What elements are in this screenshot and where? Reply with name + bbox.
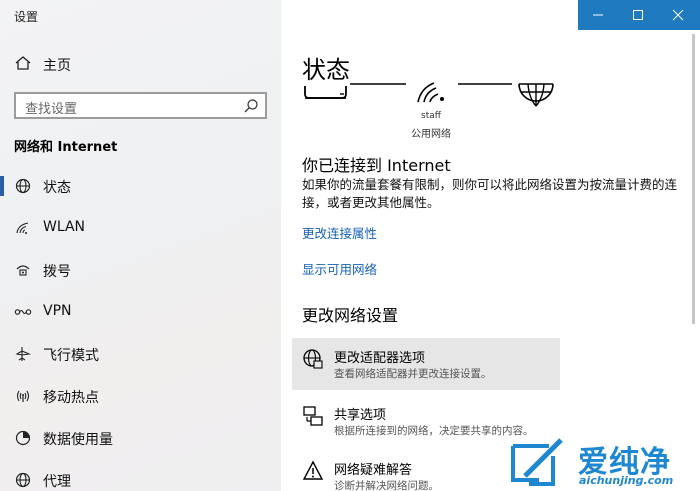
sidebar-item-label: 飞行模式: [43, 348, 99, 364]
sidebar-item-label: 移动热点: [43, 390, 99, 406]
window-title: 设置: [14, 10, 39, 24]
sidebar-item-label: 数据使用量: [43, 432, 113, 448]
home-icon: [15, 56, 31, 70]
dialup-icon: [16, 265, 30, 276]
scrollbar[interactable]: [692, 34, 695, 324]
network-name: staff: [421, 111, 441, 121]
sidebar: 设置 主页 查找设置 网络和 Internet 状态 WLAN 拨号 VPN 飞…: [0, 0, 281, 491]
sidebar-item-label: 状态: [43, 180, 71, 196]
option-title: 网络疑难解答: [334, 463, 413, 478]
sidebar-item-proxy[interactable]: 代理: [0, 465, 281, 491]
change-settings-heading: 更改网络设置: [302, 306, 399, 325]
close-button[interactable]: [658, 0, 698, 30]
active-indicator: [0, 176, 4, 196]
maximize-icon: [633, 10, 643, 20]
show-available-networks-link[interactable]: 显示可用网络: [302, 259, 377, 278]
connection-description: 如果你的流量套餐有限制，则你可以将此网络设置为按流量计费的连接，或者更改其他属性…: [302, 177, 678, 210]
title-bar: 设置: [0, 0, 281, 30]
window-controls: [578, 0, 700, 30]
sidebar-item-status[interactable]: 状态: [0, 171, 281, 201]
sidebar-item-label: WLAN: [43, 219, 86, 235]
adapter-icon: [303, 349, 323, 369]
watermark-logo: [511, 438, 563, 486]
sidebar-item-vpn[interactable]: VPN: [0, 297, 281, 327]
maximize-button[interactable]: [618, 0, 658, 30]
network-type: 公用网络: [411, 129, 451, 140]
wifi-signal-icon: [417, 82, 444, 103]
sidebar-item-label: VPN: [43, 303, 72, 319]
airplane-icon: [15, 347, 32, 361]
sidebar-item-airplane[interactable]: 飞行模式: [0, 339, 281, 369]
option-subtitle: 查看网络适配器并更改连接设置。: [334, 368, 492, 380]
network-status-icon: [15, 178, 31, 194]
sidebar-item-wlan[interactable]: WLAN: [0, 213, 281, 243]
minimize-icon: [593, 14, 603, 16]
option-title: 更改适配器选项: [334, 351, 426, 366]
warning-icon: [302, 460, 324, 480]
sidebar-item-label: 代理: [43, 474, 71, 490]
wifi-icon: [16, 222, 29, 234]
minimize-button[interactable]: [578, 0, 618, 30]
sidebar-item-data-usage[interactable]: 数据使用量: [0, 423, 281, 453]
search-input[interactable]: 查找设置: [14, 92, 267, 119]
home-label: 主页: [43, 58, 71, 74]
change-connection-properties-link[interactable]: 更改连接属性: [302, 223, 377, 242]
close-icon: [672, 9, 684, 21]
globe-icon: [15, 472, 31, 488]
sidebar-item-dialup[interactable]: 拨号: [0, 255, 281, 285]
connected-heading: 你已连接到 Internet: [302, 156, 451, 175]
sidebar-item-label: 拨号: [43, 264, 71, 280]
vpn-icon: [14, 309, 32, 315]
search-icon[interactable]: [243, 98, 259, 114]
sharing-icon: [303, 406, 323, 426]
search-placeholder: 查找设置: [25, 102, 78, 117]
option-subtitle: 根据所连接到的网络，决定要共享的内容。: [334, 425, 534, 437]
section-title: 网络和 Internet: [14, 140, 118, 155]
watermark-url: aichunjing.com: [579, 474, 674, 487]
computer-icon: [304, 86, 347, 99]
internet-globe-icon: [518, 83, 554, 107]
option-title: 共享选项: [334, 408, 387, 423]
adapter-options-item[interactable]: 更改适配器选项 查看网络适配器并更改连接设置。: [292, 338, 560, 390]
hotspot-icon: [16, 390, 30, 402]
home-nav-item[interactable]: 主页: [0, 50, 281, 78]
option-subtitle: 诊断并解决网络问题。: [334, 480, 439, 491]
data-usage-icon: [15, 430, 31, 446]
sidebar-item-hotspot[interactable]: 移动热点: [0, 381, 281, 411]
